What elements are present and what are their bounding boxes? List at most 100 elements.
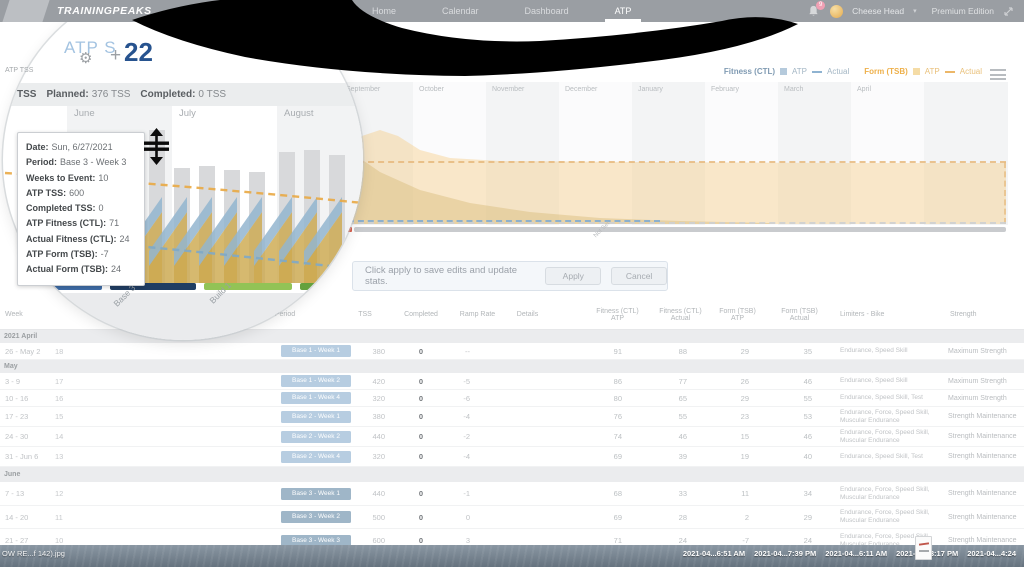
column-header[interactable]: Completed bbox=[400, 300, 442, 329]
cell-foact: 29 bbox=[770, 506, 812, 528]
cell-tss[interactable]: 320 bbox=[345, 390, 385, 406]
trainingpeaks-logo[interactable]: TRAININGPEAKS bbox=[57, 5, 152, 17]
expand-icon[interactable] bbox=[1003, 6, 1014, 17]
cell-fact: 88 bbox=[645, 343, 687, 359]
table-row[interactable]: 3 - 9174200-586772646Endurance, Speed Sk… bbox=[0, 373, 1024, 390]
column-header[interactable]: Fitness (CTL)ATP bbox=[590, 300, 645, 329]
column-header[interactable]: Fitness (CTL)Actual bbox=[653, 300, 708, 329]
cell-tss[interactable]: 440 bbox=[345, 427, 385, 446]
gear-icon[interactable]: ⚙ bbox=[79, 49, 92, 67]
nav-tab-calendar[interactable]: Calendar bbox=[432, 0, 489, 22]
cell-tss[interactable]: 420 bbox=[345, 373, 385, 389]
atp-chart[interactable]: SeptemberOctoberNovemberDecemberJanuaryF… bbox=[340, 82, 1008, 232]
cell-str: Maximum Strength bbox=[948, 343, 1020, 359]
period-band-not-set[interactable] bbox=[354, 227, 1006, 232]
month-label: November bbox=[492, 86, 524, 93]
premium-edition-label[interactable]: Premium Edition bbox=[932, 6, 994, 16]
period-badge[interactable]: Base 1 - Week 2 bbox=[281, 375, 351, 387]
cell-lim: Endurance, Force, Speed Skill, Muscular … bbox=[840, 427, 942, 446]
legend-fitness-actual[interactable]: Actual bbox=[827, 67, 849, 76]
fitness-actual-swatch[interactable] bbox=[812, 71, 822, 73]
desktop-file-label[interactable]: 2021-04...6:51 AM bbox=[683, 549, 745, 558]
table-row[interactable]: 7 - 13124400-168331134Endurance, Force, … bbox=[0, 482, 1024, 506]
month-label: April bbox=[857, 86, 871, 93]
nav-tab-dashboard[interactable]: Dashboard bbox=[515, 0, 579, 22]
desktop-file-label[interactable]: 2021-04...6:11 AM bbox=[825, 549, 887, 558]
column-header[interactable]: Ramp Rate bbox=[455, 300, 500, 329]
cell-ramp: 0 bbox=[430, 506, 470, 528]
column-header[interactable]: Form (TSB)ATP bbox=[710, 300, 765, 329]
period-badge[interactable]: Base 2 - Week 4 bbox=[281, 451, 351, 463]
table-row[interactable]: 14 - 2011500006928229Endurance, Force, S… bbox=[0, 506, 1024, 529]
cell-fatp: 91 bbox=[580, 343, 622, 359]
cell-foact: 46 bbox=[770, 427, 812, 446]
table-row[interactable]: 10 - 16163200-680652955Endurance, Speed … bbox=[0, 390, 1024, 407]
cell-foatp: 23 bbox=[707, 407, 749, 426]
cell-foatp: 26 bbox=[707, 373, 749, 389]
cell-tss[interactable]: 380 bbox=[345, 343, 385, 359]
period-badge[interactable]: Base 3 - Week 1 bbox=[281, 488, 351, 500]
month-label: December bbox=[565, 86, 597, 93]
period-badge[interactable]: Base 3 - Week 2 bbox=[281, 511, 351, 523]
cell-str: Strength Maintenance bbox=[948, 506, 1020, 528]
column-header[interactable]: Form (TSB)Actual bbox=[772, 300, 827, 329]
cell-tss[interactable]: 320 bbox=[345, 447, 385, 466]
chart-menu-icon[interactable] bbox=[990, 69, 1006, 83]
tooltip-row: ATP TSS:600 bbox=[26, 186, 136, 201]
table-row[interactable]: 26 - May 2183800--91882935Endurance, Spe… bbox=[0, 343, 1024, 360]
cell-fatp: 86 bbox=[580, 373, 622, 389]
nav-tab-atp[interactable]: ATP bbox=[605, 0, 642, 22]
desktop-file-label[interactable]: 2021-04...7:39 PM bbox=[754, 549, 816, 558]
fitness-atp-swatch[interactable] bbox=[780, 68, 787, 75]
form-atp-swatch[interactable] bbox=[913, 68, 920, 75]
cell-tss[interactable]: 500 bbox=[345, 506, 385, 528]
cell-fatp: 76 bbox=[580, 407, 622, 426]
cell-lim: Endurance, Speed Skill, Test bbox=[840, 390, 942, 406]
table-row[interactable]: 31 - Jun 6133200-469391940Endurance, Spe… bbox=[0, 447, 1024, 467]
column-header[interactable]: Strength bbox=[950, 300, 1020, 329]
taskbar-filename[interactable]: OW RE...f 142).jpg bbox=[2, 549, 65, 558]
avatar[interactable] bbox=[830, 5, 843, 18]
cell-str: Maximum Strength bbox=[948, 390, 1020, 406]
chart-tooltip: Date:Sun, 6/27/2021Period:Base 3 - Week … bbox=[17, 132, 145, 286]
cell-tss[interactable]: 440 bbox=[345, 482, 385, 505]
legend-form-actual[interactable]: Actual bbox=[960, 67, 982, 76]
page-title-magnified-year: 22 bbox=[124, 37, 153, 68]
month-label: October bbox=[419, 86, 444, 93]
cell-ramp: -4 bbox=[430, 447, 470, 466]
apply-button[interactable]: Apply bbox=[545, 267, 601, 285]
period-badge[interactable]: Base 1 - Week 1 bbox=[281, 345, 351, 357]
desktop-files: 2021-04...6:51 AM 2021-04...7:39 PM 2021-0… bbox=[683, 549, 1016, 558]
table-row[interactable]: 17 - 23153800-476552353Endurance, Force,… bbox=[0, 407, 1024, 427]
cell-lim: Endurance, Force, Speed Skill, Muscular … bbox=[840, 407, 942, 426]
tooltip-row: Actual Fitness (CTL):24 bbox=[26, 232, 136, 247]
cell-num: 15 bbox=[55, 407, 85, 426]
nav-tab-home[interactable]: Home bbox=[362, 0, 406, 22]
period-badge[interactable]: Base 1 - Week 4 bbox=[281, 392, 351, 404]
cancel-button[interactable]: Cancel bbox=[611, 267, 667, 285]
legend-fitness-atp[interactable]: ATP bbox=[792, 67, 807, 76]
period-badge[interactable]: Base 2 - Week 1 bbox=[281, 411, 351, 423]
cell-tss[interactable]: 380 bbox=[345, 407, 385, 426]
cell-num: 12 bbox=[55, 482, 85, 505]
nav-tabs: Home Calendar Dashboard ATP bbox=[362, 0, 641, 22]
lens-period-band[interactable] bbox=[300, 283, 346, 290]
column-header[interactable]: Limiters - Bike bbox=[840, 300, 940, 329]
column-header[interactable]: Details bbox=[505, 300, 550, 329]
notifications[interactable]: 9 bbox=[807, 4, 821, 18]
form-actual-swatch[interactable] bbox=[945, 71, 955, 73]
period-badge[interactable]: Base 2 - Week 2 bbox=[281, 431, 351, 443]
cell-ramp: -1 bbox=[430, 482, 470, 505]
tab-atp-tss[interactable]: ATP TSS bbox=[5, 67, 33, 74]
apply-banner: Click apply to save edits and update sta… bbox=[352, 261, 668, 291]
chevron-down-icon[interactable]: ▾ bbox=[913, 7, 917, 15]
file-thumbnail[interactable] bbox=[915, 536, 932, 560]
add-plan-button[interactable]: + bbox=[110, 45, 121, 67]
cell-fact: 33 bbox=[645, 482, 687, 505]
legend-form-atp[interactable]: ATP bbox=[925, 67, 940, 76]
tooltip-row: Actual Form (TSB):24 bbox=[26, 262, 136, 277]
table-row[interactable]: 24 - 30144400-274461546Endurance, Force,… bbox=[0, 427, 1024, 447]
desktop-file-label[interactable]: 2021-04...4:24 bbox=[967, 549, 1016, 558]
tooltip-row: Period:Base 3 - Week 3 bbox=[26, 155, 136, 170]
user-name[interactable]: Cheese Head bbox=[852, 6, 904, 16]
